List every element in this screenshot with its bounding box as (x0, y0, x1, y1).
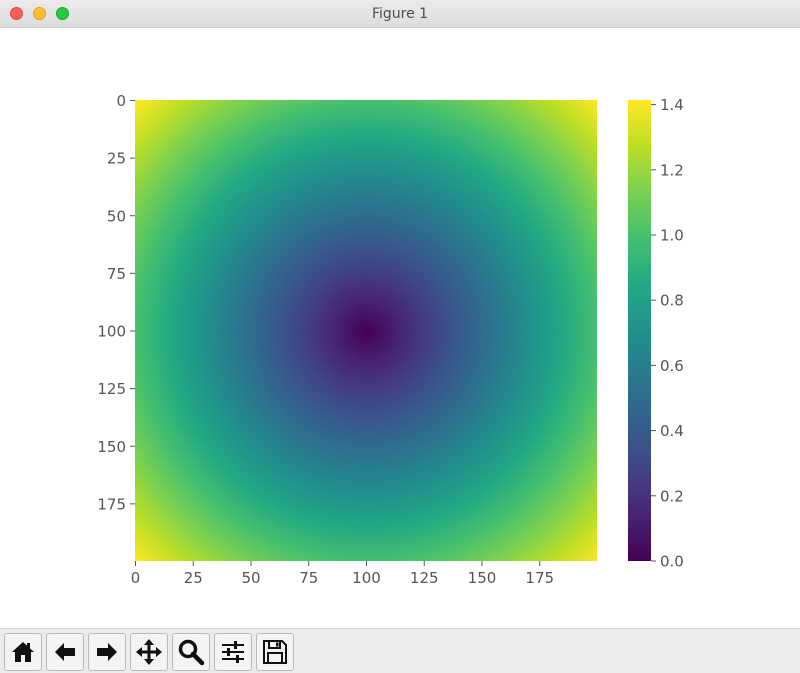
floppy-disk-icon (263, 640, 287, 664)
forward-button[interactable] (88, 633, 126, 671)
y-tick-label: 25 (107, 150, 126, 168)
y-tick-label: 150 (97, 438, 126, 456)
x-tick-label: 125 (410, 569, 439, 587)
heatmap-chart: 0 25 50 75 100 125 150 175 0255075100125150175 … (97, 92, 684, 587)
x-tick-label: 25 (184, 569, 203, 587)
navigation-toolbar (0, 628, 800, 673)
colorbar-tick-label: 0.6 (660, 357, 684, 375)
colorbar-tick-label: 0.2 (660, 487, 684, 505)
arrow-right-icon (97, 643, 117, 661)
x-tick-label: 150 (468, 569, 497, 587)
home-icon (12, 642, 34, 662)
save-button[interactable] (256, 633, 294, 671)
move-icon (136, 639, 162, 665)
colorbar (628, 100, 651, 561)
y-axis: 0 25 50 75 100 125 150 175 (97, 92, 135, 513)
heatmap-image (135, 100, 597, 561)
x-tick-label: 50 (241, 569, 260, 587)
colorbar-tick-label: 1.0 (660, 226, 684, 244)
window-title: Figure 1 (371, 6, 429, 22)
y-tick-label: 0 (116, 92, 126, 110)
colorbar-tick-label: 1.2 (660, 161, 684, 179)
back-button[interactable] (46, 633, 84, 671)
y-tick-label: 100 (97, 323, 126, 341)
figure-window: Figure 1 0 25 50 75 100 125 150 175 0 25 50 75 100 1… (0, 0, 800, 673)
y-tick-label: 75 (107, 265, 126, 283)
magnifier-icon (178, 639, 205, 666)
x-tick-label: 100 (352, 569, 381, 587)
colorbar-tick-label: 0.4 (660, 422, 684, 440)
zoom-button[interactable] (172, 633, 210, 671)
figure-canvas[interactable]: 0 25 50 75 100 125 150 175 0 25 50 75 100 125 150 175 … (0, 28, 800, 628)
y-tick-label: 175 (97, 495, 126, 513)
pan-button[interactable] (130, 633, 168, 671)
x-axis: 0 25 50 75 100 125 150 175 (131, 561, 554, 587)
configure-subplots-button[interactable] (214, 633, 252, 671)
sliders-icon (222, 641, 244, 663)
title-bar[interactable]: Figure 1 (0, 0, 800, 28)
x-tick-label: 0 (131, 569, 141, 587)
colorbar-tick-label: 0.8 (660, 292, 684, 310)
x-tick-label: 75 (299, 569, 318, 587)
x-tick-label: 175 (525, 569, 554, 587)
colorbar-tick-label: 0.0 (660, 553, 684, 571)
arrow-left-icon (55, 643, 75, 661)
y-tick-label: 50 (107, 207, 126, 225)
colorbar-tick-label: 1.4 (660, 96, 684, 114)
colorbar-axis: 0.0 0.2 0.4 0.6 0.8 1.0 1.2 1.4 (651, 96, 684, 571)
home-button[interactable] (4, 633, 42, 671)
y-tick-label: 125 (97, 380, 126, 398)
